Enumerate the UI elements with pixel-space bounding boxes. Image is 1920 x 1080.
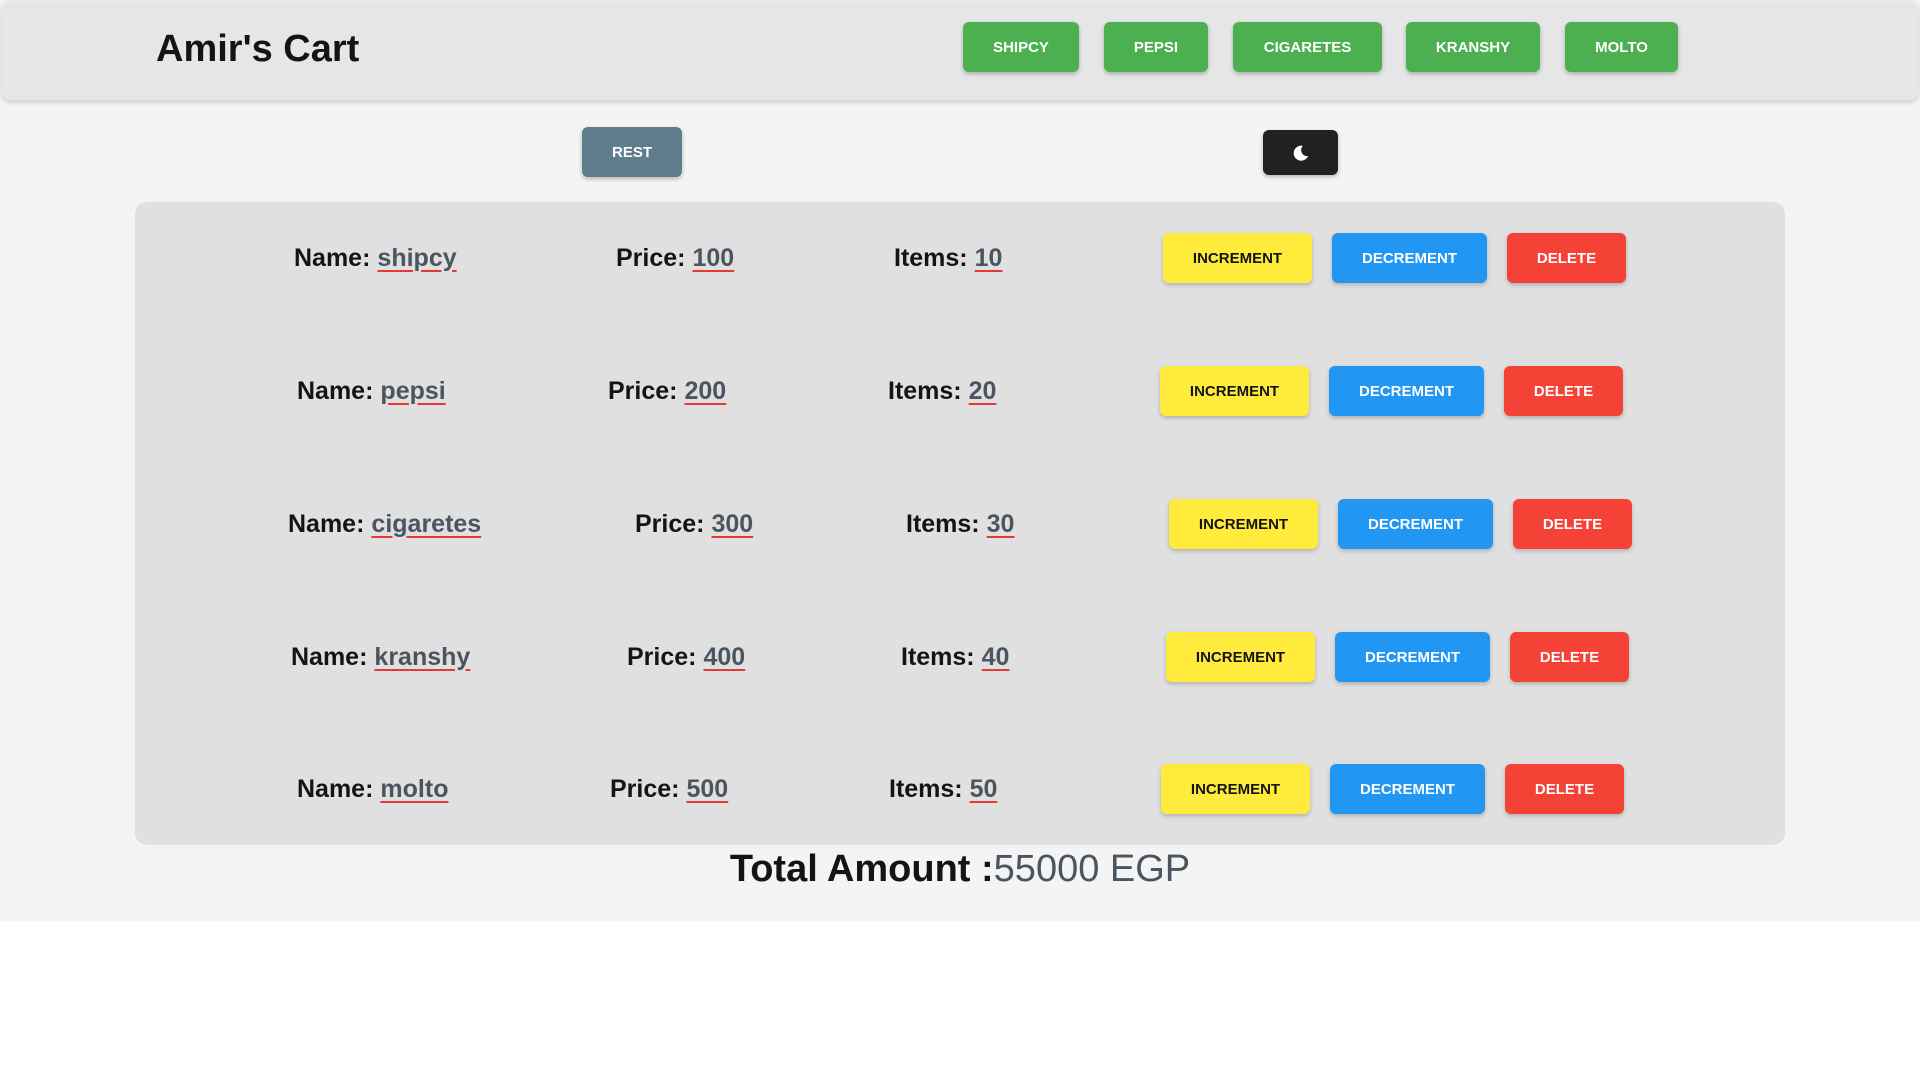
items-field: Items: 10 (894, 228, 1002, 288)
decrement-button[interactable]: DECREMENT (1338, 499, 1493, 549)
cart-row: Name: cigaretes Price: 300 Items: 30 INC… (0, 494, 1650, 554)
cart-row: Name: molto Price: 500 Items: 50 INCREME… (0, 759, 1650, 819)
nav-button-kranshy[interactable]: KRANSHY (1406, 22, 1540, 72)
decrement-button[interactable]: DECREMENT (1332, 233, 1487, 283)
app-root: Amir's Cart SHIPCY PEPSI CIGARETES KRANS… (0, 0, 1920, 921)
name-field: Name: pepsi (297, 361, 446, 421)
price-label: Price: (616, 243, 686, 272)
increment-button[interactable]: INCREMENT (1163, 233, 1312, 283)
name-value: cigaretes (371, 509, 482, 538)
cart-row: Name: shipcy Price: 100 Items: 10 INCREM… (0, 228, 1650, 288)
decrement-button[interactable]: DECREMENT (1329, 366, 1484, 416)
items-field: Items: 50 (889, 759, 997, 819)
name-label: Name: (294, 243, 371, 272)
name-value: pepsi (380, 376, 446, 405)
moon-icon (1292, 144, 1310, 162)
nav-button-cigaretes[interactable]: CIGARETES (1233, 22, 1382, 72)
name-field: Name: kranshy (291, 627, 470, 687)
price-field: Price: 400 (627, 627, 745, 687)
name-label: Name: (297, 774, 374, 803)
total-value: 55000 EGP (993, 848, 1191, 890)
price-label: Price: (610, 774, 680, 803)
items-field: Items: 40 (901, 627, 1009, 687)
cart-row: Name: kranshy Price: 400 Items: 40 INCRE… (0, 627, 1650, 687)
name-field: Name: cigaretes (288, 494, 481, 554)
name-label: Name: (291, 642, 368, 671)
increment-button[interactable]: INCREMENT (1161, 764, 1310, 814)
delete-button[interactable]: DELETE (1510, 632, 1629, 682)
price-value: 100 (692, 243, 735, 272)
increment-button[interactable]: INCREMENT (1160, 366, 1309, 416)
price-value: 300 (711, 509, 754, 538)
delete-button[interactable]: DELETE (1507, 233, 1626, 283)
price-field: Price: 100 (616, 228, 734, 288)
price-value: 400 (703, 642, 746, 671)
items-field: Items: 30 (906, 494, 1014, 554)
name-field: Name: molto (297, 759, 448, 819)
theme-toggle-button[interactable] (1263, 130, 1338, 175)
items-label: Items: (894, 243, 968, 272)
items-value: 20 (968, 376, 997, 405)
items-label: Items: (888, 376, 962, 405)
total-amount: Total Amount :55000 EGP (0, 848, 1920, 891)
items-label: Items: (906, 509, 980, 538)
name-value: kranshy (374, 642, 471, 671)
increment-button[interactable]: INCREMENT (1169, 499, 1318, 549)
name-label: Name: (288, 509, 365, 538)
items-value: 40 (981, 642, 1010, 671)
price-label: Price: (627, 642, 697, 671)
price-value: 500 (686, 774, 729, 803)
name-value: shipcy (377, 243, 457, 272)
price-field: Price: 500 (610, 759, 728, 819)
items-value: 10 (974, 243, 1003, 272)
price-field: Price: 300 (635, 494, 753, 554)
name-label: Name: (297, 376, 374, 405)
decrement-button[interactable]: DECREMENT (1335, 632, 1490, 682)
items-label: Items: (901, 642, 975, 671)
cart-row: Name: pepsi Price: 200 Items: 20 INCREME… (0, 361, 1650, 421)
total-label: Total Amount : (729, 848, 994, 890)
increment-button[interactable]: INCREMENT (1166, 632, 1315, 682)
nav-button-pepsi[interactable]: PEPSI (1104, 22, 1208, 72)
brand-title: Amir's Cart (156, 28, 360, 70)
price-label: Price: (608, 376, 678, 405)
price-value: 200 (684, 376, 727, 405)
delete-button[interactable]: DELETE (1504, 366, 1623, 416)
delete-button[interactable]: DELETE (1513, 499, 1632, 549)
nav-button-molto[interactable]: MOLTO (1565, 22, 1678, 72)
name-field: Name: shipcy (294, 228, 457, 288)
decrement-button[interactable]: DECREMENT (1330, 764, 1485, 814)
items-label: Items: (889, 774, 963, 803)
delete-button[interactable]: DELETE (1505, 764, 1624, 814)
navbar: Amir's Cart SHIPCY PEPSI CIGARETES KRANS… (2, 1, 1918, 100)
nav-button-shipcy[interactable]: SHIPCY (963, 22, 1079, 72)
items-value: 30 (986, 509, 1015, 538)
items-value: 50 (969, 774, 998, 803)
reset-button[interactable]: REST (582, 127, 682, 177)
price-field: Price: 200 (608, 361, 726, 421)
price-label: Price: (635, 509, 705, 538)
items-field: Items: 20 (888, 361, 996, 421)
name-value: molto (380, 774, 449, 803)
